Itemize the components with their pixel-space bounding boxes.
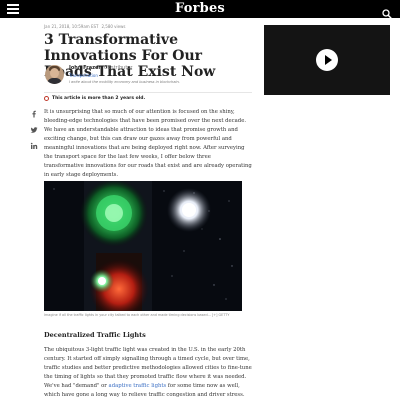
play-icon (325, 55, 332, 65)
facebook-icon[interactable] (30, 110, 38, 118)
video-player[interactable] (264, 25, 390, 95)
article-paragraph: It is unsurprising that so much of our a… (44, 109, 252, 178)
forbes-logo[interactable]: Forbes (0, 1, 400, 16)
adaptive-traffic-lights-link[interactable]: adaptive traffic lights (109, 383, 167, 389)
play-button[interactable] (316, 49, 338, 71)
author-bio: I write about the mobility economy and b… (69, 80, 180, 84)
publish-date: Jan 21, 2018, 10:59am EST (44, 24, 99, 29)
author-info: John Frazer Contributor Transportation I … (69, 65, 180, 84)
view-count: 2,580 views (101, 24, 126, 29)
clock-icon (44, 96, 49, 101)
article-image-traffic-light (44, 181, 242, 311)
author-role: Contributor (103, 65, 133, 71)
author-divider (44, 92, 252, 93)
twitter-icon[interactable] (30, 126, 38, 134)
section-link[interactable]: Transportation (69, 73, 180, 78)
linkedin-icon[interactable] (30, 142, 38, 150)
article-paragraph-2: The ubiquitous 3-light traffic light was… (44, 346, 252, 400)
article-age-notice-text: This article is more than 2 years old. (52, 96, 146, 101)
author-avatar[interactable] (45, 65, 64, 84)
section-heading: Decentralized Traffic Lights (44, 331, 146, 339)
article-age-notice: This article is more than 2 years old. (44, 96, 145, 101)
author-name[interactable]: John Frazer (69, 65, 101, 71)
image-caption: Imagine if all the traffic lights in you… (44, 313, 230, 317)
article-meta: Jan 21, 2018, 10:59am EST 2,580 views (44, 24, 125, 29)
top-navigation-bar: Forbes (0, 0, 400, 19)
search-icon[interactable] (382, 4, 392, 19)
